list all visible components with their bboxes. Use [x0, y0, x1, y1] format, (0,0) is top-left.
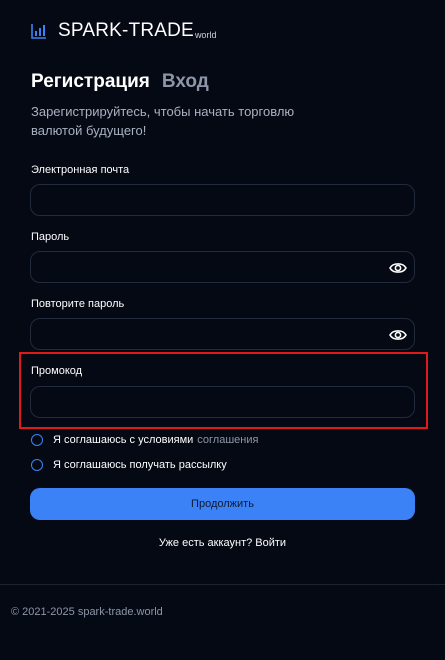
password-field[interactable]: [30, 251, 415, 283]
repeat-password-field[interactable]: [30, 318, 415, 350]
footer-divider: [0, 584, 445, 585]
terms-text: Я соглашаюсь с условиями: [53, 434, 194, 446]
newsletter-radio[interactable]: [31, 459, 43, 471]
tab-register[interactable]: Регистрация: [31, 71, 150, 93]
terms-radio[interactable]: [31, 434, 43, 446]
brand-name: SPARK-TRADE: [58, 20, 194, 41]
password-label: Пароль: [31, 231, 70, 243]
page-subtitle: Зарегистрируйтесь, чтобы начать торговлю…: [31, 104, 295, 138]
newsletter-text: Я соглашаюсь получать рассылку: [53, 459, 227, 471]
footer-copyright: © 2021-2025 spark-trade.world: [11, 606, 163, 618]
terms-agreement[interactable]: Я соглашаюсь с условиями соглашения: [31, 434, 258, 446]
registration-page: SPARK-TRADE world Регистрация Вход Зарег…: [0, 0, 445, 660]
tab-login[interactable]: Вход: [162, 71, 209, 93]
bar-chart-icon: [31, 23, 47, 39]
eye-icon[interactable]: [388, 258, 408, 278]
eye-icon[interactable]: [388, 325, 408, 345]
brand-logo[interactable]: SPARK-TRADE world: [31, 20, 216, 42]
promo-label: Промокод: [31, 365, 83, 377]
terms-link[interactable]: соглашения: [197, 434, 258, 446]
email-field[interactable]: [30, 184, 415, 216]
newsletter-agreement[interactable]: Я соглашаюсь получать рассылку: [31, 459, 227, 471]
auth-tabs: Регистрация Вход: [31, 71, 209, 93]
login-prompt-link[interactable]: Уже есть аккаунт? Войти: [0, 537, 445, 549]
email-label: Электронная почта: [31, 164, 130, 176]
repeat-password-label: Повторите пароль: [31, 298, 125, 310]
continue-button[interactable]: Продолжить: [30, 488, 415, 520]
promo-code-field[interactable]: [30, 386, 415, 418]
brand-suffix: world: [194, 30, 217, 40]
